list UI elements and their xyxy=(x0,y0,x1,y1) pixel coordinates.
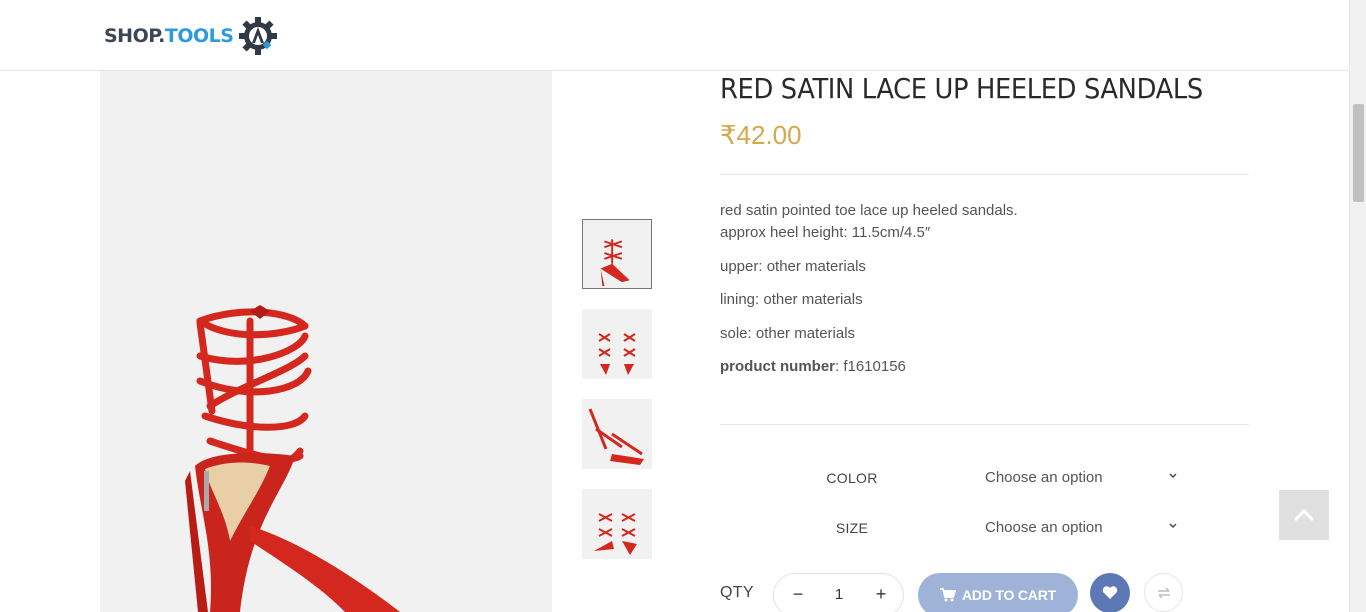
add-to-cart-button[interactable]: ADD TO CART xyxy=(918,573,1078,612)
logo-text-shop: SHOP. xyxy=(104,25,165,47)
add-to-cart-label: ADD TO CART xyxy=(962,587,1056,603)
gear-a-icon xyxy=(239,17,278,55)
qty-minus-button[interactable]: − xyxy=(788,584,808,605)
product-number: product number: f1610156 xyxy=(720,356,906,378)
divider xyxy=(720,424,1249,425)
page-scrollbar[interactable] xyxy=(1349,0,1366,612)
product-sole: sole: other materials xyxy=(720,325,856,342)
chevron-down-icon xyxy=(1169,523,1177,528)
compare-button[interactable] xyxy=(1144,573,1183,612)
logo-text-tools: TOOLS xyxy=(164,25,234,47)
size-select-value: Choose an option xyxy=(985,519,1103,536)
product-thumbnail-3[interactable] xyxy=(582,399,652,469)
product-description: red satin pointed toe lace up heeled san… xyxy=(720,200,1018,244)
sandal-image xyxy=(185,305,400,612)
product-lining: lining: other materials xyxy=(720,291,863,308)
cart-icon xyxy=(940,588,956,602)
back-to-top-button[interactable] xyxy=(1279,490,1329,540)
qty-plus-button[interactable]: + xyxy=(871,584,891,605)
chevron-down-icon xyxy=(1169,473,1177,478)
divider xyxy=(720,174,1249,175)
sandal-thumbnail-image xyxy=(600,239,630,287)
product-price: ₹42.00 xyxy=(720,120,802,150)
product-thumbnail-2[interactable] xyxy=(582,309,652,379)
qty-label: QTY xyxy=(720,584,754,601)
site-header: SHOP.TOOLS xyxy=(0,0,1349,71)
heart-icon xyxy=(1102,586,1118,599)
sandal-thumbnail-image xyxy=(594,513,637,555)
qty-input[interactable]: 1 xyxy=(829,586,849,603)
scrollbar-thumb[interactable] xyxy=(1353,104,1364,202)
product-thumbnail-4[interactable] xyxy=(582,489,652,559)
wishlist-button[interactable] xyxy=(1090,573,1130,612)
product-upper: upper: other materials xyxy=(720,258,866,275)
product-number-label: product number xyxy=(720,358,835,375)
color-select-value: Choose an option xyxy=(985,469,1103,486)
product-number-value: : f1610156 xyxy=(835,358,906,375)
color-select[interactable]: Choose an option xyxy=(985,469,1180,486)
sandal-thumbnail-image xyxy=(598,333,636,375)
description-line: red satin pointed toe lace up heeled san… xyxy=(720,202,1018,219)
compare-arrows-icon xyxy=(1157,587,1170,598)
product-title: RED SATIN LACE UP HEELED SANDALS xyxy=(720,72,1203,105)
size-select[interactable]: Choose an option xyxy=(985,519,1180,536)
quantity-stepper: − 1 + xyxy=(773,573,904,612)
color-label: COLOR xyxy=(826,470,878,486)
sandal-thumbnail-image xyxy=(588,408,644,465)
size-label: SIZE xyxy=(835,520,869,536)
chevron-up-icon xyxy=(1293,508,1315,522)
product-main-image[interactable] xyxy=(100,71,552,612)
product-thumbnail-1[interactable] xyxy=(582,219,652,289)
description-line: approx heel height: 11.5cm/4.5″ xyxy=(720,224,931,241)
logo-text: SHOP.TOOLS xyxy=(104,25,234,47)
site-logo[interactable]: SHOP.TOOLS xyxy=(104,15,279,57)
